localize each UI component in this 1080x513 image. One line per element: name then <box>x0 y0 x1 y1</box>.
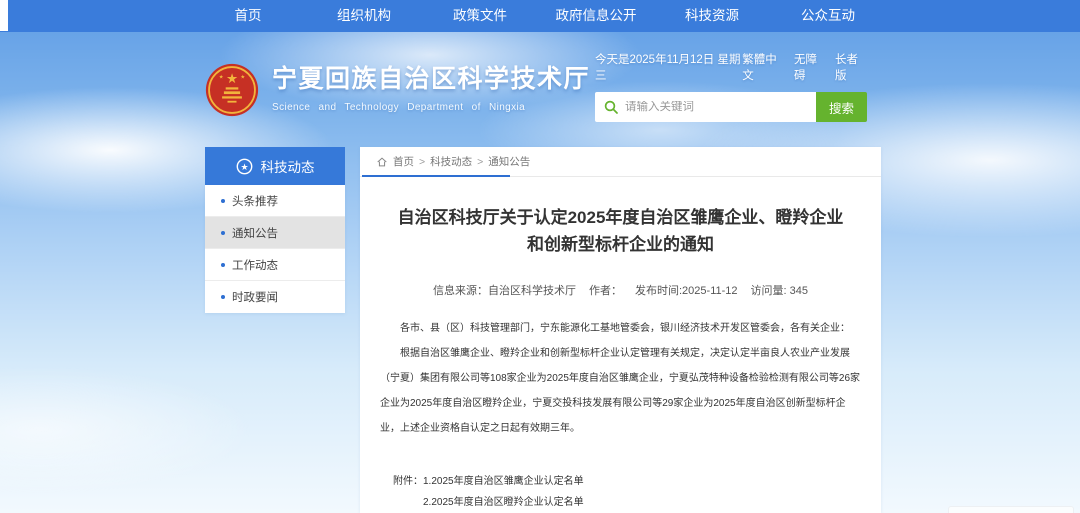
article: 自治区科技厅关于认定2025年度自治区雏鹰企业、瞪羚企业 和创新型标杆企业的通知… <box>360 204 881 513</box>
window-corner <box>0 0 8 31</box>
top-nav: 首页 组织机构 政策文件 政府信息公开 科技资源 公众互动 <box>0 0 1080 32</box>
sidebar-item-politics-news[interactable]: 时政要闻 <box>205 281 345 313</box>
paragraph: 根据自治区雏鹰企业、瞪羚企业和创新型标杆企业认定管理有关规定，决定认定半亩良人农… <box>380 341 861 441</box>
breadcrumb: 首页 > 科技动态 > 通知公告 <box>360 147 881 177</box>
sidebar-item-headlines[interactable]: 头条推荐 <box>205 185 345 217</box>
breadcrumb-separator: > <box>477 156 483 168</box>
svg-text:★: ★ <box>240 162 248 172</box>
attachments: 附件： 1.2025年度自治区雏鹰企业认定名单 2.2025年度自治区瞪羚企业认… <box>380 471 861 513</box>
article-body: 各市、县（区）科技管理部门，宁东能源化工基地管委会，银川经济技术开发区管委会，各… <box>380 316 861 441</box>
meta-source: 信息来源：自治区科学技术厅 <box>433 282 576 298</box>
svg-text:★: ★ <box>226 71 238 86</box>
breadcrumb-notices[interactable]: 通知公告 <box>488 154 530 169</box>
search-icon <box>604 100 618 114</box>
site-brand[interactable]: ★ ★ ★ 宁夏回族自治区科学技术厅 Science and Technolog… <box>205 59 590 117</box>
breadcrumb-home[interactable]: 首页 <box>393 154 414 169</box>
search-input[interactable] <box>625 101 816 113</box>
star-circle-icon: ★ <box>236 158 253 175</box>
bullet-icon <box>221 231 225 235</box>
svg-text:★: ★ <box>240 74 245 80</box>
home-icon <box>376 156 388 168</box>
nav-item-organization[interactable]: 组织机构 <box>306 0 422 32</box>
bullet-icon <box>221 263 225 267</box>
search-button[interactable]: 搜索 <box>816 92 867 122</box>
paragraph: 各市、县（区）科技管理部门，宁东能源化工基地管委会，银川经济技术开发区管委会，各… <box>380 316 861 341</box>
site-title: 宁夏回族自治区科学技术厅 <box>272 59 590 95</box>
nav-item-resources[interactable]: 科技资源 <box>654 0 770 32</box>
breadcrumb-underline <box>362 175 510 177</box>
article-title: 自治区科技厅关于认定2025年度自治区雏鹰企业、瞪羚企业 和创新型标杆企业的通知 <box>380 204 861 258</box>
link-traditional-chinese[interactable]: 繁體中文 <box>742 51 785 83</box>
content-panel: 首页 > 科技动态 > 通知公告 自治区科技厅关于认定2025年度自治区雏鹰企业… <box>360 147 881 513</box>
floating-widget <box>948 506 1074 513</box>
article-meta: 信息来源：自治区科学技术厅 作者： 发布时间:2025-11-12 访问量: 3… <box>380 282 861 298</box>
meta-author: 作者： <box>589 282 622 298</box>
nav-item-interaction[interactable]: 公众互动 <box>770 0 886 32</box>
meta-publish-time: 发布时间:2025-11-12 <box>635 282 738 298</box>
sidebar-title: 科技动态 <box>261 156 315 176</box>
sidebar: ★ 科技动态 头条推荐 通知公告 工作动态 时政要闻 <box>205 147 345 313</box>
bullet-icon <box>221 295 225 299</box>
site-subtitle: Science and Technology Department of Nin… <box>272 102 590 113</box>
breadcrumb-tech-news[interactable]: 科技动态 <box>430 154 472 169</box>
link-accessibility[interactable]: 无障碍 <box>794 51 826 83</box>
national-emblem-icon: ★ ★ ★ <box>205 63 259 117</box>
attachment-link-1[interactable]: 1.2025年度自治区雏鹰企业认定名单 <box>423 471 614 492</box>
sidebar-header: ★ 科技动态 <box>205 147 345 185</box>
sidebar-item-notices[interactable]: 通知公告 <box>205 217 345 249</box>
attachments-label: 附件： <box>393 471 423 513</box>
nav-item-gov-info[interactable]: 政府信息公开 <box>538 0 654 32</box>
link-elder-version[interactable]: 长者版 <box>835 51 867 83</box>
breadcrumb-separator: > <box>419 156 425 168</box>
svg-text:★: ★ <box>219 74 224 80</box>
nav-item-home[interactable]: 首页 <box>190 0 306 32</box>
attachment-link-2[interactable]: 2.2025年度自治区瞪羚企业认定名单 <box>423 492 614 513</box>
nav-item-policy[interactable]: 政策文件 <box>422 0 538 32</box>
meta-visits: 访问量: 345 <box>751 282 808 298</box>
bullet-icon <box>221 199 225 203</box>
search-box <box>595 92 816 122</box>
current-date: 今天是2025年11月12日 星期三 <box>595 51 742 83</box>
sidebar-item-work-news[interactable]: 工作动态 <box>205 249 345 281</box>
header-utilities: 今天是2025年11月12日 星期三 繁體中文 无障碍 长者版 搜索 <box>595 51 867 122</box>
